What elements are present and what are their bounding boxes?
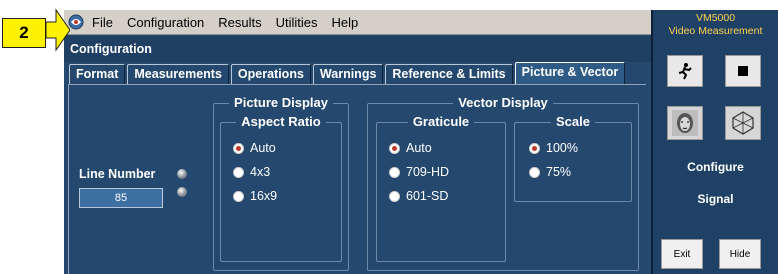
picture-display-title: Picture Display (229, 95, 333, 110)
aspect-4x3-radio[interactable] (233, 166, 244, 178)
configuration-title: Configuration (64, 36, 651, 62)
hide-button[interactable]: Hide (719, 239, 761, 269)
stop-button[interactable] (725, 55, 761, 87)
graticule-709hd-label: 709-HD (406, 165, 450, 179)
stop-square-icon (738, 66, 748, 76)
graticule-title: Graticule (407, 114, 475, 129)
menu-help[interactable]: Help (332, 15, 359, 30)
vector-graticule-icon (732, 111, 754, 135)
scale-title: Scale (551, 114, 595, 129)
menu-results[interactable]: Results (218, 15, 261, 30)
aspect-16x9-option[interactable]: 16x9 (233, 189, 277, 203)
scale-100-option[interactable]: 100% (529, 141, 578, 155)
aspect-ratio-title: Aspect Ratio (236, 114, 326, 129)
aspect-auto-option[interactable]: Auto (233, 141, 276, 155)
menu-configuration[interactable]: Configuration (127, 15, 204, 30)
vector-display-title: Vector Display (453, 95, 553, 110)
running-figure-icon (678, 63, 692, 80)
run-button[interactable] (667, 55, 703, 87)
side-panel: VM5000 Video Measurement Configure Signa… (651, 10, 778, 274)
face-picture-icon (672, 110, 698, 136)
signal-label: Signal (697, 192, 734, 206)
exit-button[interactable]: Exit (661, 239, 703, 269)
tab-warnings[interactable]: Warnings (312, 64, 384, 84)
aspect-ratio-group: Aspect Ratio Auto 4x3 16x9 (220, 114, 342, 262)
scale-75-option[interactable]: 75% (529, 165, 571, 179)
graticule-auto-label: Auto (406, 141, 432, 155)
step-callout: 2 (2, 18, 46, 48)
graticule-auto-radio[interactable] (389, 142, 400, 154)
graticule-601sd-option[interactable]: 601-SD (389, 189, 448, 203)
configure-label: Configure (687, 160, 744, 174)
vector-display-group: Vector Display Graticule Auto 709-HD 601… (367, 95, 639, 271)
callout-arrow (46, 8, 70, 52)
tab-format[interactable]: Format (69, 64, 126, 84)
graticule-auto-option[interactable]: Auto (389, 141, 432, 155)
menu-utilities[interactable]: Utilities (276, 15, 318, 30)
aspect-4x3-option[interactable]: 4x3 (233, 165, 270, 179)
graticule-601sd-radio[interactable] (389, 190, 400, 202)
scale-100-label: 100% (546, 141, 578, 155)
picture-display-group: Picture Display Aspect Ratio Auto 4x3 16… (213, 95, 349, 271)
line-number-field[interactable]: 85 (79, 188, 163, 208)
graticule-709hd-option[interactable]: 709-HD (389, 165, 449, 179)
aspect-auto-label: Auto (250, 141, 276, 155)
tab-picture-vector[interactable]: Picture & Vector (514, 62, 626, 84)
aspect-4x3-label: 4x3 (250, 165, 271, 179)
scale-100-radio[interactable] (529, 142, 540, 154)
scale-75-label: 75% (546, 165, 572, 179)
scale-75-radio[interactable] (529, 166, 540, 178)
picture-mode-button[interactable] (667, 106, 703, 140)
tab-bar: Format Measurements Operations Warnings … (64, 62, 651, 84)
graticule-601sd-label: 601-SD (406, 189, 449, 203)
line-number-up-icon[interactable] (177, 169, 187, 179)
vector-mode-button[interactable] (725, 106, 761, 140)
aspect-auto-radio[interactable] (233, 142, 244, 154)
side-panel-title: VM5000 Video Measurement (653, 12, 778, 38)
aspect-16x9-label: 16x9 (250, 189, 278, 203)
graticule-group: Graticule Auto 709-HD 601-SD (376, 114, 506, 262)
app-logo-icon[interactable] (68, 14, 84, 30)
graticule-709hd-radio[interactable] (389, 166, 400, 178)
line-number-down-icon[interactable] (177, 187, 187, 197)
tab-reference-limits[interactable]: Reference & Limits (385, 64, 513, 84)
aspect-16x9-radio[interactable] (233, 190, 244, 202)
product-name: VM5000 (695, 12, 736, 24)
line-number-label: Line Number (79, 167, 156, 181)
tab-measurements[interactable]: Measurements (127, 64, 229, 84)
picture-vector-panel: Line Number 85 Picture Display Aspect Ra… (68, 84, 646, 274)
tab-operations[interactable]: Operations (230, 64, 311, 84)
application-window: File Configuration Results Utilities Hel… (64, 10, 778, 274)
scale-group: Scale 100% 75% (514, 114, 632, 202)
menu-file[interactable]: File (92, 15, 113, 30)
menu-bar: File Configuration Results Utilities Hel… (64, 10, 651, 35)
product-subtitle: Video Measurement (668, 25, 763, 37)
